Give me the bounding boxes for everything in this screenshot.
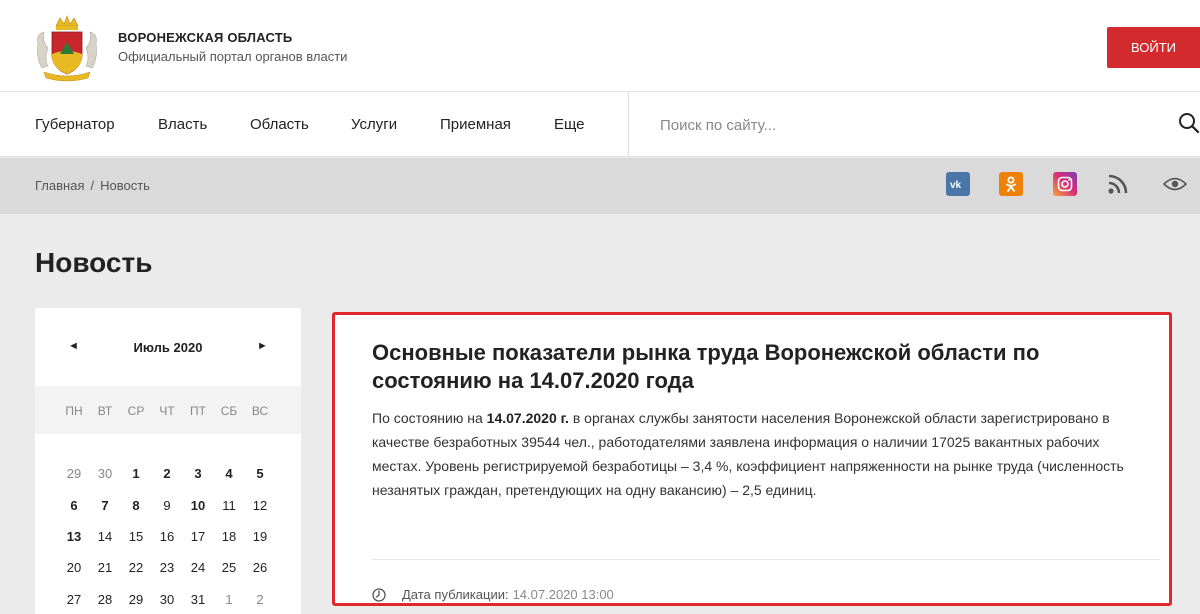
search-input[interactable]	[660, 112, 1160, 138]
nav-item-authority[interactable]: Власть	[158, 116, 207, 133]
calendar-day[interactable]: 4	[214, 466, 244, 481]
calendar-day[interactable]: 30	[90, 466, 120, 481]
calendar-day[interactable]: 24	[183, 560, 213, 575]
login-button[interactable]: ВОЙТИ	[1107, 27, 1200, 68]
nav-divider	[628, 92, 629, 157]
instagram-icon[interactable]	[1053, 172, 1077, 196]
weekday-mon: ПН	[65, 404, 83, 418]
publication-info: Дата публикации: 14.07.2020 13:00	[372, 587, 614, 602]
weekday-wed: СР	[127, 404, 145, 418]
calendar-day[interactable]: 19	[245, 529, 275, 544]
calendar-day[interactable]: 16	[152, 529, 182, 544]
calendar-day[interactable]: 26	[245, 560, 275, 575]
calendar-day[interactable]: 1	[121, 466, 151, 481]
publication-label: Дата публикации:	[402, 587, 509, 602]
calendar-day[interactable]: 8	[121, 498, 151, 513]
calendar-day[interactable]: 2	[152, 466, 182, 481]
brand-subtitle: Официальный портал органов власти	[118, 49, 348, 64]
brand-title[interactable]: ВОРОНЕЖСКАЯ ОБЛАСТЬ	[118, 30, 292, 45]
search-icon[interactable]	[1178, 112, 1200, 134]
site-header: ВОРОНЕЖСКАЯ ОБЛАСТЬ Официальный портал о…	[0, 0, 1200, 92]
vk-icon[interactable]: vk	[946, 172, 970, 196]
eye-icon[interactable]	[1162, 172, 1188, 196]
article-body-date: 14.07.2020 г.	[486, 410, 569, 426]
calendar-day[interactable]: 18	[214, 529, 244, 544]
breadcrumb-current: Новость	[100, 178, 150, 193]
calendar-day[interactable]: 30	[152, 592, 182, 607]
weekday-tue: ВТ	[97, 404, 113, 418]
page-title: Новость	[35, 247, 153, 278]
article-title: Основные показатели рынка труда Воронежс…	[372, 340, 1040, 393]
calendar-prev-button[interactable]: ◄	[68, 340, 79, 352]
nav-item-region[interactable]: Область	[250, 116, 309, 133]
calendar-day[interactable]: 6	[59, 498, 89, 513]
rss-icon[interactable]	[1106, 172, 1130, 196]
nav-item-services[interactable]: Услуги	[351, 116, 397, 133]
nav-item-more[interactable]: Еще	[554, 116, 585, 133]
weekday-sat: СБ	[220, 404, 238, 418]
news-article: Основные показатели рынка труда Воронежс…	[332, 312, 1172, 606]
svg-text:vk: vk	[950, 180, 962, 189]
coat-of-arms-logo[interactable]	[34, 14, 100, 82]
main-nav: Губернатор Власть Область Услуги Приемна…	[0, 92, 1200, 157]
odnoklassniki-icon[interactable]	[999, 172, 1023, 196]
calendar-day[interactable]: 14	[90, 529, 120, 544]
breadcrumb: Главная / Новость	[35, 178, 150, 193]
calendar-header: Июль 2020 ◄ ►	[35, 308, 301, 386]
calendar-day[interactable]: 12	[245, 498, 275, 513]
calendar-day[interactable]: 3	[183, 466, 213, 481]
calendar-day[interactable]: 22	[121, 560, 151, 575]
clock-icon	[372, 587, 386, 602]
calendar-day[interactable]: 5	[245, 466, 275, 481]
weekday-thu: ЧТ	[159, 404, 175, 418]
article-body-prefix: По состоянию на	[372, 410, 487, 426]
calendar-widget: Июль 2020 ◄ ► 29 30 1 2 3 4 5 6 7 8 9 10 11 12 13 14 15 1…	[35, 308, 301, 614]
calendar-day[interactable]: 28	[90, 592, 120, 607]
calendar-day[interactable]: 13	[59, 529, 89, 544]
nav-item-governor[interactable]: Губернатор	[35, 116, 115, 133]
calendar-day[interactable]: 2	[245, 592, 275, 607]
weekday-fri: ПТ	[190, 404, 206, 418]
calendar-day[interactable]: 29	[59, 466, 89, 481]
calendar-day[interactable]: 11	[214, 498, 244, 513]
publication-date: 14.07.2020 13:00	[512, 587, 614, 602]
weekday-sun: ВС	[251, 404, 269, 418]
calendar-day[interactable]: 25	[214, 560, 244, 575]
article-divider	[372, 559, 1160, 560]
calendar-day[interactable]: 7	[90, 498, 120, 513]
calendar-day[interactable]: 9	[152, 498, 182, 513]
calendar-day[interactable]: 20	[59, 560, 89, 575]
calendar-day[interactable]: 27	[59, 592, 89, 607]
calendar-day[interactable]: 31	[183, 592, 213, 607]
calendar-day[interactable]: 29	[121, 592, 151, 607]
nav-item-reception[interactable]: Приемная	[440, 116, 511, 133]
calendar-day[interactable]: 10	[183, 498, 213, 513]
calendar-day[interactable]: 15	[121, 529, 151, 544]
calendar-day[interactable]: 17	[183, 529, 213, 544]
article-body: По состоянию на 14.07.2020 г. в органах …	[372, 406, 1142, 502]
breadcrumb-home[interactable]: Главная	[35, 178, 84, 193]
calendar-day[interactable]: 1	[214, 592, 244, 607]
calendar-next-button[interactable]: ►	[257, 340, 268, 352]
calendar-day[interactable]: 21	[90, 560, 120, 575]
breadcrumb-separator: /	[90, 178, 95, 193]
calendar-day[interactable]: 23	[152, 560, 182, 575]
